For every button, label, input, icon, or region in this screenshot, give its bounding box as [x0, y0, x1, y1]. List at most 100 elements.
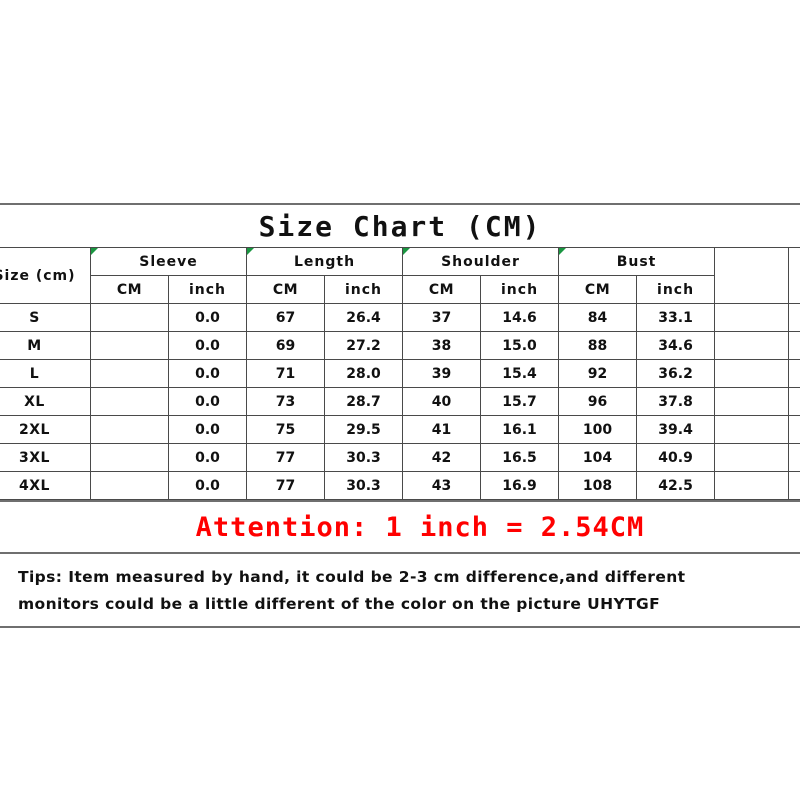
page-title: Size Chart (CM) [258, 209, 542, 243]
cell-trailing-empty-2 [788, 331, 800, 360]
cell-trailing-empty-1 [714, 443, 790, 472]
column-group-length: Length [245, 247, 404, 276]
unit-header-shoulder-inch: inch [480, 275, 560, 304]
unit-header-length-inch: inch [323, 275, 404, 304]
cell-bust-cm: 88 [558, 331, 638, 360]
cell-length-cm: 67 [246, 303, 325, 332]
cell-trailing-empty-1 [714, 331, 790, 360]
cell-sleeve-cm [90, 443, 169, 472]
table-row: L 0.0 71 28.0 39 15.4 92 36.2 [0, 359, 800, 388]
cell-sleeve-inch: 0.0 [168, 303, 247, 332]
cell-length-cm: 71 [246, 359, 325, 388]
cell-bust-cm: 108 [558, 471, 638, 500]
cell-bust-cm: 104 [558, 443, 638, 472]
cell-shoulder-cm: 37 [402, 303, 482, 332]
cell-bust-inch: 37.8 [636, 387, 716, 416]
cell-shoulder-cm: 39 [402, 359, 482, 388]
cell-shoulder-cm: 38 [402, 331, 482, 360]
cell-sleeve-cm [90, 387, 169, 416]
cell-size-3xl: 3XL [0, 443, 91, 472]
table-row: 2XL 0.0 75 29.5 41 16.1 100 39.4 [0, 415, 800, 444]
cell-shoulder-inch: 16.1 [480, 415, 560, 444]
cell-sleeve-inch: 0.0 [168, 471, 247, 500]
cell-length-inch: 27.2 [323, 331, 404, 360]
unit-header-bust-cm: CM [558, 275, 638, 304]
table-unit-header-row: CM inch CM inch CM inch CM inch [0, 275, 800, 304]
table-row: XL 0.0 73 28.7 40 15.7 96 37.8 [0, 387, 800, 416]
cell-length-cm: 77 [246, 471, 325, 500]
table-row: 4XL 0.0 77 30.3 43 16.9 108 42.5 [0, 471, 800, 500]
cell-shoulder-inch: 14.6 [480, 303, 560, 332]
cell-bust-cm: 84 [558, 303, 638, 332]
cell-trailing-empty-1 [714, 415, 790, 444]
cell-sleeve-inch: 0.0 [168, 331, 247, 360]
cell-trailing-empty-1 [714, 359, 790, 388]
cell-size-l: L [0, 359, 91, 388]
cell-shoulder-inch: 15.7 [480, 387, 560, 416]
title-row: Size Chart (CM) [0, 205, 800, 247]
unit-header-sleeve-cm: CM [90, 275, 169, 304]
column-group-shoulder: Shoulder [402, 247, 560, 276]
cell-shoulder-cm: 41 [402, 415, 482, 444]
cell-sleeve-cm [90, 359, 169, 388]
cell-length-cm: 69 [246, 331, 325, 360]
cell-trailing-empty-2 [788, 443, 800, 472]
column-group-sleeve: Sleeve [90, 247, 247, 276]
cell-trailing-empty-2 [788, 359, 800, 388]
column-group-bust: Bust [558, 247, 716, 276]
cell-shoulder-cm: 40 [402, 387, 482, 416]
tips-line-1: Tips: Item measured by hand, it could be… [18, 568, 686, 586]
cell-length-inch: 28.0 [323, 359, 404, 388]
cell-trailing-empty-1 [714, 303, 790, 332]
unit-header-sleeve-inch: inch [168, 275, 247, 304]
cell-bust-cm: 92 [558, 359, 638, 388]
unit-header-shoulder-cm: CM [402, 275, 482, 304]
cell-length-cm: 75 [246, 415, 325, 444]
trailing-empty-column-2 [788, 247, 800, 304]
cell-shoulder-inch: 15.4 [480, 359, 560, 388]
cell-length-inch: 30.3 [323, 443, 404, 472]
table-row: 3XL 0.0 77 30.3 42 16.5 104 40.9 [0, 443, 800, 472]
cell-size-xl: XL [0, 387, 91, 416]
size-table-body: S 0.0 67 26.4 37 14.6 84 33.1 M 0.0 69 27.2 38 15.0 88… [0, 303, 800, 500]
cell-trailing-empty-2 [788, 387, 800, 416]
attention-notice: Attention: 1 inch = 2.54CM [195, 511, 645, 543]
bottom-divider-rule [0, 626, 800, 628]
size-chart-page: Size Chart (CM) Size (cm) Sleeve Length … [0, 0, 800, 800]
cell-bust-inch: 40.9 [636, 443, 716, 472]
cell-shoulder-cm: 42 [402, 443, 482, 472]
cell-shoulder-cm: 43 [402, 471, 482, 500]
size-chart-table: Size (cm) Sleeve Length Shoulder Bust CM… [0, 247, 800, 500]
cell-shoulder-inch: 16.5 [480, 443, 560, 472]
cell-size-m: M [0, 331, 91, 360]
cell-sleeve-inch: 0.0 [168, 359, 247, 388]
cell-trailing-empty-1 [714, 471, 790, 500]
cell-sleeve-inch: 0.0 [168, 387, 247, 416]
attention-row: Attention: 1 inch = 2.54CM [0, 502, 800, 552]
size-table-shift: Size (cm) Sleeve Length Shoulder Bust CM… [0, 247, 800, 500]
unit-header-bust-inch: inch [636, 275, 716, 304]
cell-trailing-empty-1 [714, 387, 790, 416]
cell-sleeve-inch: 0.0 [168, 443, 247, 472]
trailing-empty-column-1 [714, 247, 790, 304]
tips-row: Tips: Item measured by hand, it could be… [0, 554, 800, 626]
table-row: S 0.0 67 26.4 37 14.6 84 33.1 [0, 303, 800, 332]
cell-sleeve-cm [90, 303, 169, 332]
content-band: Size Chart (CM) Size (cm) Sleeve Length … [0, 203, 800, 628]
size-table-clip: Size (cm) Sleeve Length Shoulder Bust CM… [0, 247, 800, 500]
tips-line-2: monitors could be a little different of … [18, 595, 661, 613]
cell-trailing-empty-2 [788, 415, 800, 444]
cell-length-inch: 29.5 [323, 415, 404, 444]
cell-sleeve-cm [90, 415, 169, 444]
unit-header-length-cm: CM [246, 275, 325, 304]
cell-bust-cm: 100 [558, 415, 638, 444]
cell-length-cm: 73 [246, 387, 325, 416]
cell-sleeve-cm [90, 331, 169, 360]
cell-size-s: S [0, 303, 91, 332]
cell-trailing-empty-2 [788, 303, 800, 332]
table-row: M 0.0 69 27.2 38 15.0 88 34.6 [0, 331, 800, 360]
cell-length-inch: 28.7 [323, 387, 404, 416]
cell-bust-inch: 42.5 [636, 471, 716, 500]
column-header-size: Size (cm) [0, 247, 91, 304]
table-group-header-row: Size (cm) Sleeve Length Shoulder Bust [0, 247, 800, 304]
